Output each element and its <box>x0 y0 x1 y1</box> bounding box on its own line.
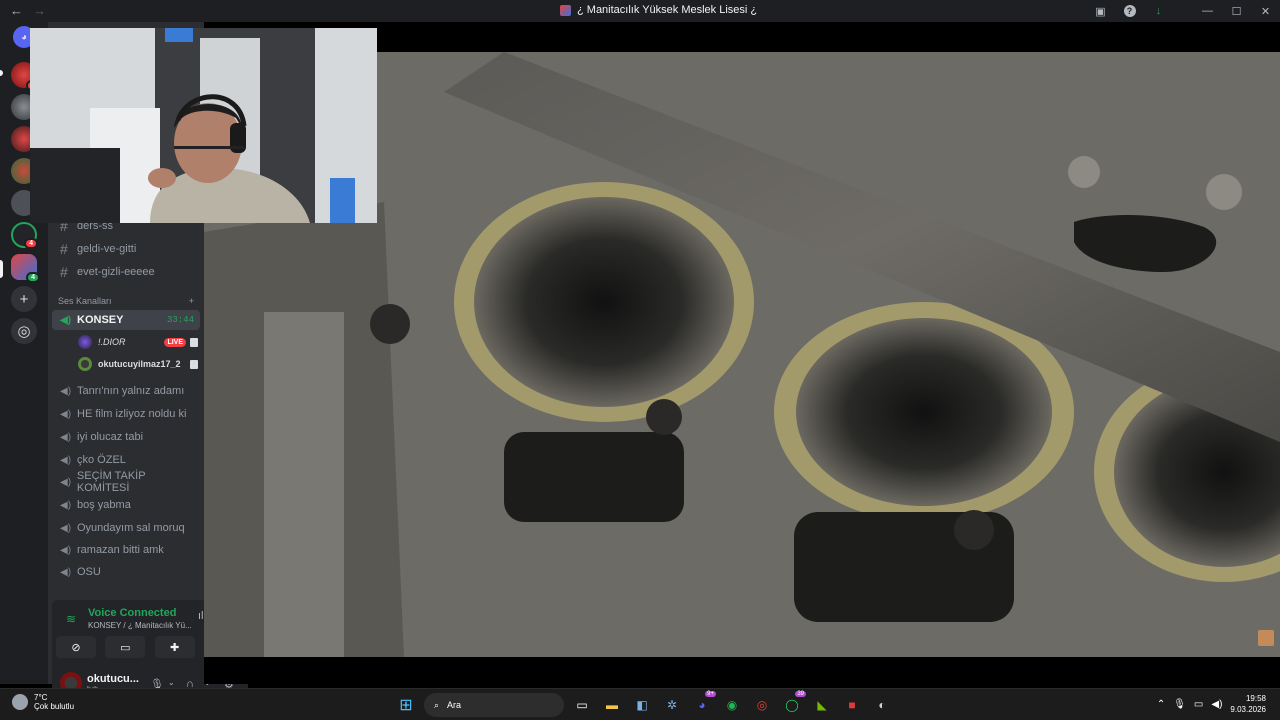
speaker-icon: ◀) <box>60 431 72 443</box>
search-icon: ⌕ <box>434 699 440 710</box>
help-icon[interactable]: ? <box>1115 0 1144 22</box>
voice-category-header[interactable]: Ses Kanalları + <box>58 296 194 306</box>
speaker-icon: ◀) <box>60 476 72 488</box>
text-channel[interactable]: # evet-gizli-eeeee <box>52 262 200 282</box>
camera-icon <box>190 359 198 369</box>
app-red-icon[interactable]: ■ <box>840 693 864 717</box>
server-icon[interactable]: 4 <box>11 222 38 249</box>
close-button[interactable]: ✕ <box>1251 0 1280 22</box>
steam-icon[interactable]: ◐ <box>870 693 894 717</box>
discover-icon[interactable]: ◎ <box>11 318 37 344</box>
display-icon[interactable]: ▭ <box>1194 699 1203 710</box>
voice-user[interactable]: okutucuyilmaz17_2 <box>78 354 198 374</box>
title-bar: ← → ¿ Manitacılık Yüksek Meslek Lisesi ¿… <box>0 0 1280 22</box>
whatsapp-icon[interactable]: ◯ 39 <box>780 691 806 717</box>
clock[interactable]: 19:58 9.03.2026 <box>1230 693 1266 715</box>
file-explorer-icon[interactable]: ▬ <box>600 693 624 717</box>
camera-icon <box>190 337 198 347</box>
add-channel-icon[interactable]: + <box>189 296 194 306</box>
window-title: ¿ Manitacılık Yüksek Meslek Lisesi ¿ <box>560 4 757 16</box>
discord-taskbar-icon[interactable]: ◕ 9+ <box>690 691 716 717</box>
system-tray: ⌃ 🎙︎ ▭ ◀) 19:58 9.03.2026 <box>1157 693 1266 715</box>
voice-channel[interactable]: ◀) OSU <box>52 562 200 582</box>
server-icon <box>560 4 571 16</box>
speaker-icon: ◀) <box>60 544 72 556</box>
chevron-down-icon[interactable]: ⌄ <box>168 678 175 687</box>
avatar <box>78 335 92 349</box>
voice-channel[interactable]: ◀) Tanrı'nın yalnız adamı <box>52 381 200 401</box>
inbox-icon[interactable]: ▣ <box>1086 0 1115 22</box>
webcam-overlay[interactable] <box>30 28 377 223</box>
maximize-button[interactable]: ☐ <box>1222 0 1251 22</box>
voice-channel[interactable]: ◀) iyi olucaz tabi <box>52 427 200 447</box>
signal-icon: ≋ <box>66 612 77 626</box>
voice-channel[interactable]: ◀) HE film izliyoz noldu ki <box>52 404 200 424</box>
volume-icon[interactable]: ◀) <box>1211 699 1222 710</box>
camera-off-button[interactable]: ⊘ <box>56 636 96 658</box>
speaker-icon: ◀) <box>60 454 72 466</box>
voice-channel[interactable]: ◀) ramazan bitti amk <box>52 540 200 560</box>
speaker-icon: ◀) <box>60 408 72 420</box>
nvidia-icon[interactable]: ◣ <box>810 693 834 717</box>
hash-icon: # <box>60 264 68 280</box>
screen-share-button[interactable]: ▭ <box>105 636 146 658</box>
stream-overlay-icon <box>1258 630 1274 646</box>
activities-button[interactable]: ✚ <box>154 636 195 658</box>
live-badge: LIVE <box>164 337 186 347</box>
call-timer: 33:44 <box>166 315 194 325</box>
speaker-icon: ◀) <box>60 522 72 534</box>
voice-channel[interactable]: ◀) SEÇİM TAKİP KOMİTESİ <box>52 470 200 494</box>
text-channel[interactable]: # geldi-ve-gitti <box>52 239 200 259</box>
voice-channel-active[interactable]: ◀) KONSEY 33:44 <box>52 310 200 330</box>
hash-icon: # <box>60 241 68 257</box>
download-icon[interactable]: ↓ <box>1144 0 1173 22</box>
voice-user[interactable]: !.DIOR LIVE <box>78 332 198 352</box>
speaker-icon: ◀) <box>60 314 72 326</box>
minimize-button[interactable]: — <box>1193 0 1222 22</box>
start-button[interactable]: ⊞ <box>394 693 418 717</box>
spotify-icon[interactable]: ◉ <box>720 693 744 717</box>
search-box[interactable]: ⌕ Ara <box>424 693 564 717</box>
add-server-icon[interactable]: + <box>11 286 37 312</box>
speaker-icon: ◀) <box>60 385 72 397</box>
avatar <box>78 357 92 371</box>
speaker-icon: ◀) <box>60 566 72 578</box>
chevron-up-icon[interactable]: ⌃ <box>1157 699 1165 710</box>
weather-widget[interactable]: 7°C Çok bulutlu <box>12 693 74 711</box>
microphone-tray-icon[interactable]: 🎙︎ <box>1173 699 1186 710</box>
windows-taskbar: 7°C Çok bulutlu ⊞ ⌕ Ara ▭ ▬ ◧ ✲ ◕ 9+ ◉ ◎ ◯… <box>0 688 1280 720</box>
voice-channel[interactable]: ◀) Oyundayım sal moruq <box>52 518 200 538</box>
forward-button[interactable]: → <box>33 3 46 18</box>
store-icon[interactable]: ◧ <box>630 693 654 717</box>
voice-channel[interactable]: ◀) çko ÖZEL <box>52 450 200 470</box>
app-icon[interactable]: ✲ <box>660 693 684 717</box>
voice-channel[interactable]: ◀) boş yabma <box>52 495 200 515</box>
speaker-icon: ◀) <box>60 499 72 511</box>
webcam-image <box>30 28 377 223</box>
cloudy-weather-icon <box>12 694 28 710</box>
task-view-icon[interactable]: ▭ <box>570 693 594 717</box>
back-button[interactable]: ← <box>10 3 23 18</box>
server-icon-active[interactable]: 4 <box>11 254 40 283</box>
chrome-icon[interactable]: ◎ <box>750 693 774 717</box>
